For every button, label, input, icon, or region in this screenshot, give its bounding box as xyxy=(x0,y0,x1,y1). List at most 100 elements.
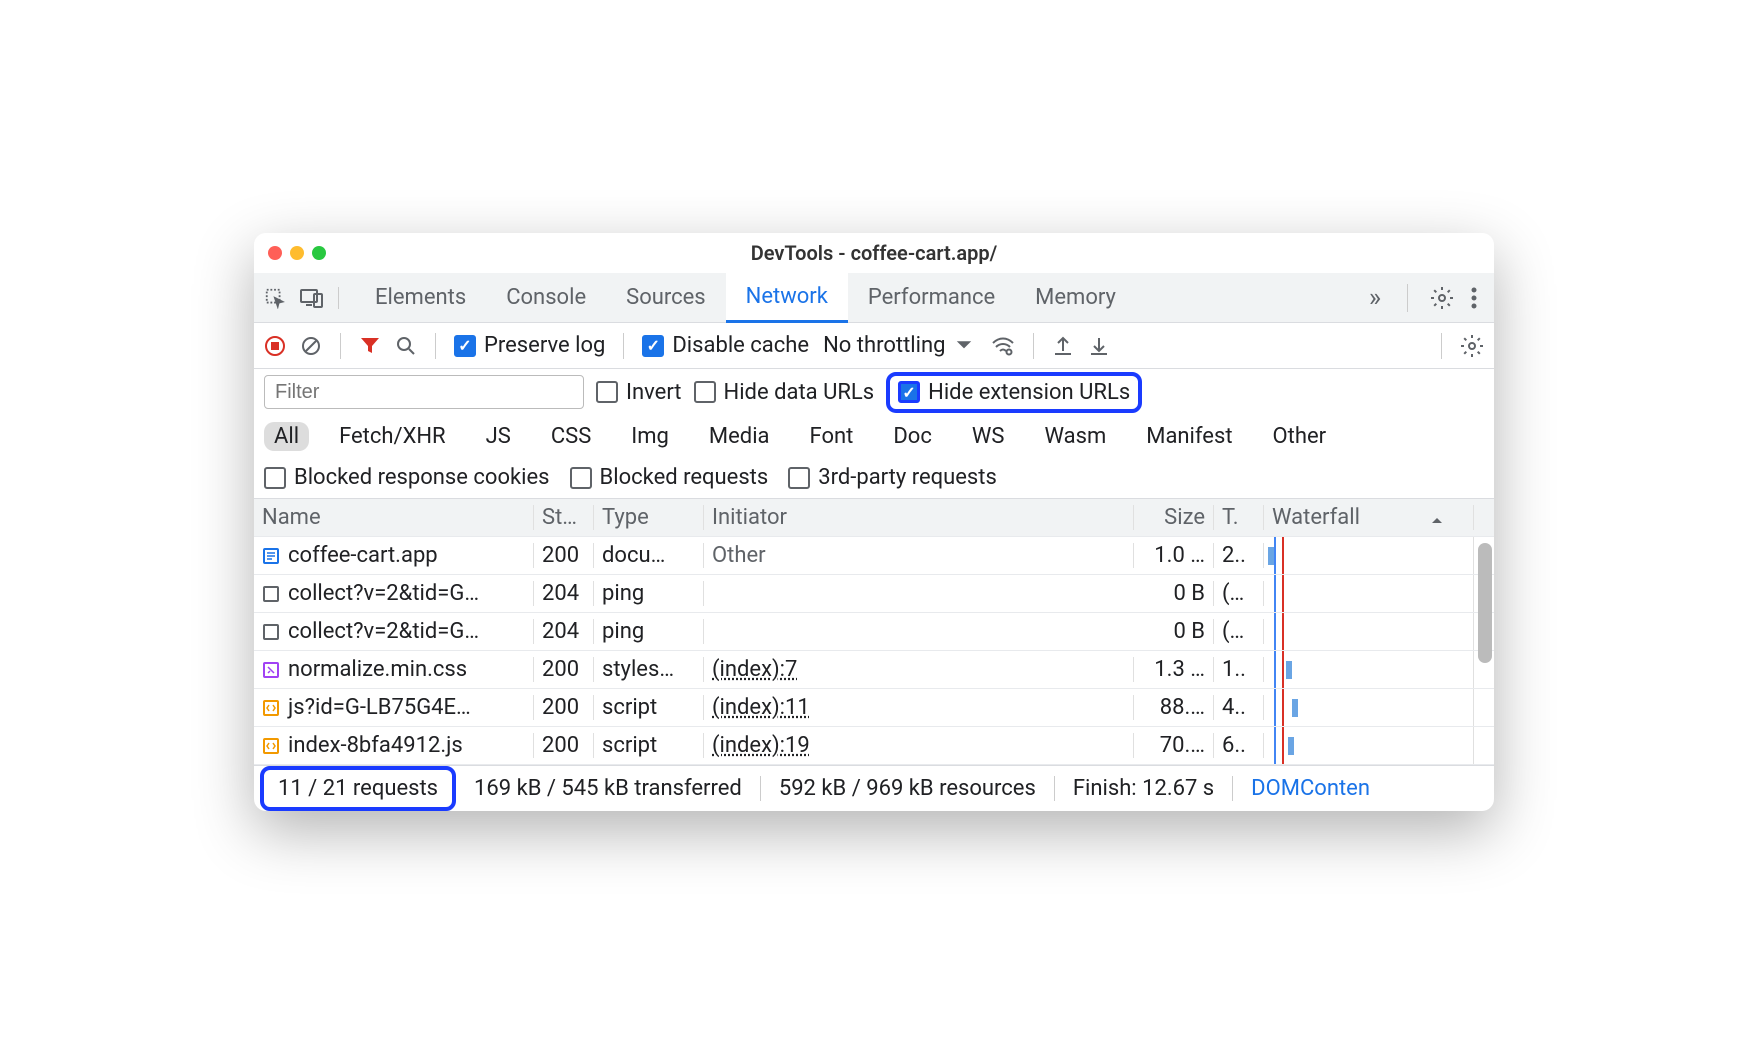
request-initiator[interactable]: (index):19 xyxy=(704,733,1134,758)
table-header[interactable]: Name St… Type Initiator Size T. Waterfal… xyxy=(254,499,1494,537)
request-name: normalize.min.css xyxy=(288,657,467,682)
scrollbar-thumb[interactable] xyxy=(1478,543,1492,663)
type-filter-other[interactable]: Other xyxy=(1263,422,1337,451)
checkbox-icon xyxy=(264,467,286,489)
device-toggle-icon[interactable] xyxy=(300,287,324,309)
type-filter-ws[interactable]: WS xyxy=(962,422,1015,451)
type-filter-css[interactable]: CSS xyxy=(541,422,601,451)
finish-time: Finish: 12.67 s xyxy=(1055,776,1233,801)
tab-performance[interactable]: Performance xyxy=(848,273,1015,323)
request-time: 6.. xyxy=(1214,733,1264,758)
disable-cache-checkbox[interactable]: Disable cache xyxy=(642,333,809,358)
table-row[interactable]: collect?v=2&tid=G…204ping0 B(… xyxy=(254,613,1494,651)
request-type: script xyxy=(594,733,704,758)
request-time: (… xyxy=(1214,581,1264,606)
record-button[interactable] xyxy=(264,335,286,357)
network-settings-icon[interactable] xyxy=(1460,334,1484,358)
request-status: 200 xyxy=(534,695,594,720)
col-initiator[interactable]: Initiator xyxy=(704,505,1134,530)
settings-icon[interactable] xyxy=(1430,286,1454,310)
box-file-icon xyxy=(262,623,280,641)
col-time[interactable]: T. xyxy=(1214,505,1264,530)
js-file-icon xyxy=(262,737,280,755)
box-file-icon xyxy=(262,585,280,603)
more-tabs-button[interactable]: » xyxy=(1361,283,1389,313)
request-type: ping xyxy=(594,581,704,606)
table-row[interactable]: collect?v=2&tid=G…204ping0 B(… xyxy=(254,575,1494,613)
type-filter-font[interactable]: Font xyxy=(800,422,864,451)
blocked-cookies-checkbox[interactable]: Blocked response cookies xyxy=(264,465,550,490)
type-filter-fetch-xhr[interactable]: Fetch/XHR xyxy=(329,422,456,451)
filter-input[interactable] xyxy=(264,375,584,409)
css-file-icon xyxy=(262,661,280,679)
tab-network[interactable]: Network xyxy=(726,273,848,323)
checkbox-icon xyxy=(642,335,664,357)
blocked-requests-checkbox[interactable]: Blocked requests xyxy=(570,465,769,490)
resources-size: 592 kB / 969 kB resources xyxy=(761,776,1055,801)
request-initiator[interactable]: (index):11 xyxy=(704,695,1134,720)
js-file-icon xyxy=(262,699,280,717)
upload-har-icon[interactable] xyxy=(1052,335,1074,357)
type-filter-img[interactable]: Img xyxy=(621,422,679,451)
request-waterfall xyxy=(1264,689,1474,726)
table-row[interactable]: index-8bfa4912.js200script(index):1970.…… xyxy=(254,727,1494,765)
tab-elements[interactable]: Elements xyxy=(355,273,486,323)
disable-cache-label: Disable cache xyxy=(672,333,809,358)
tab-console[interactable]: Console xyxy=(486,273,606,323)
hide-data-urls-checkbox[interactable]: Hide data URLs xyxy=(694,380,875,405)
request-status: 200 xyxy=(534,657,594,682)
third-party-checkbox[interactable]: 3rd-party requests xyxy=(788,465,997,490)
col-waterfall[interactable]: Waterfall xyxy=(1264,505,1474,530)
table-row[interactable]: normalize.min.css200styles…(index):71.3 … xyxy=(254,651,1494,689)
blocked-cookies-label: Blocked response cookies xyxy=(294,465,550,490)
request-size: 0 B xyxy=(1134,581,1214,606)
type-filter-wasm[interactable]: Wasm xyxy=(1034,422,1116,451)
devtools-window: DevTools - coffee-cart.app/ ElementsCons… xyxy=(254,233,1494,811)
checkbox-icon xyxy=(454,335,476,357)
chevron-down-icon xyxy=(951,340,977,352)
request-status: 204 xyxy=(534,619,594,644)
request-initiator[interactable]: (index):7 xyxy=(704,657,1134,682)
throttling-select[interactable]: No throttling xyxy=(823,333,977,358)
type-filter-media[interactable]: Media xyxy=(699,422,780,451)
col-size[interactable]: Size xyxy=(1134,505,1214,530)
window-title: DevTools - coffee-cart.app/ xyxy=(254,241,1494,265)
col-type[interactable]: Type xyxy=(594,505,704,530)
throttling-label: No throttling xyxy=(823,333,945,358)
filter-icon[interactable] xyxy=(359,335,381,357)
filter-row: Invert Hide data URLs Hide extension URL… xyxy=(254,369,1494,415)
request-size: 70.… xyxy=(1134,733,1214,758)
col-status[interactable]: St… xyxy=(534,505,594,530)
preserve-log-label: Preserve log xyxy=(484,333,605,358)
titlebar: DevTools - coffee-cart.app/ xyxy=(254,233,1494,273)
table-row[interactable]: coffee-cart.app200docu…Other1.0 …2.. xyxy=(254,537,1494,575)
invert-label: Invert xyxy=(626,380,682,405)
kebab-menu-icon[interactable] xyxy=(1470,286,1478,310)
tab-memory[interactable]: Memory xyxy=(1015,273,1136,323)
request-initiator: Other xyxy=(704,543,1134,568)
network-conditions-icon[interactable] xyxy=(991,335,1015,357)
request-waterfall xyxy=(1264,537,1474,574)
blocked-requests-label: Blocked requests xyxy=(600,465,769,490)
table-row[interactable]: js?id=G-LB75G4E…200script(index):1188.…4… xyxy=(254,689,1494,727)
clear-icon[interactable] xyxy=(300,335,322,357)
sort-arrow-icon xyxy=(1431,515,1443,527)
main-tabs-bar: ElementsConsoleSourcesNetworkPerformance… xyxy=(254,273,1494,323)
preserve-log-checkbox[interactable]: Preserve log xyxy=(454,333,605,358)
type-filter-js[interactable]: JS xyxy=(476,422,521,451)
hide-extension-urls-checkbox[interactable]: Hide extension URLs xyxy=(898,380,1130,405)
download-har-icon[interactable] xyxy=(1088,335,1110,357)
request-time: 2.. xyxy=(1214,543,1264,568)
dom-content-loaded[interactable]: DOMConten xyxy=(1233,776,1388,801)
extra-filters-row: Blocked response cookies Blocked request… xyxy=(254,457,1494,499)
inspect-element-icon[interactable] xyxy=(264,287,286,309)
search-icon[interactable] xyxy=(395,335,417,357)
request-type: docu… xyxy=(594,543,704,568)
type-filter-doc[interactable]: Doc xyxy=(883,422,942,451)
type-filter-manifest[interactable]: Manifest xyxy=(1136,422,1242,451)
invert-checkbox[interactable]: Invert xyxy=(596,380,682,405)
tab-sources[interactable]: Sources xyxy=(606,273,726,323)
type-filter-all[interactable]: All xyxy=(264,422,309,451)
col-name[interactable]: Name xyxy=(254,505,534,530)
request-size: 1.0 … xyxy=(1134,543,1214,568)
